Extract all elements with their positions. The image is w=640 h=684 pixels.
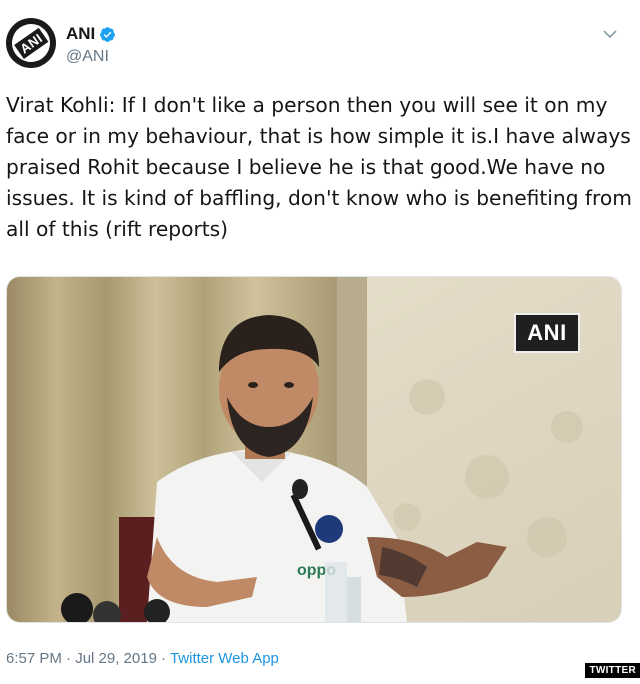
avatar-text: ANI	[13, 27, 49, 59]
tweet-text: Virat Kohli: If I don't like a person th…	[6, 93, 632, 241]
tweet-timestamp[interactable]: 6:57 PM · Jul 29, 2019	[6, 650, 157, 667]
display-name[interactable]: ANI	[66, 24, 95, 44]
avatar[interactable]: ANI	[6, 18, 56, 68]
ani-watermark: ANI	[514, 313, 580, 353]
tweet-source-link[interactable]: Twitter Web App	[170, 650, 279, 667]
author-name-row[interactable]: ANI	[66, 24, 116, 44]
tweet-media-image[interactable]: oppo ANI	[6, 276, 622, 623]
footer-separator: ·	[160, 650, 166, 667]
verified-badge-icon	[100, 26, 116, 42]
twitter-badge: TWITTER	[585, 663, 640, 678]
chevron-down-icon[interactable]	[602, 26, 618, 42]
avatar-logo: ANI	[6, 18, 56, 68]
tweet-footer: 6:57 PM · Jul 29, 2019 · Twitter Web App	[6, 650, 279, 667]
author-handle[interactable]: @ANI	[66, 48, 109, 66]
